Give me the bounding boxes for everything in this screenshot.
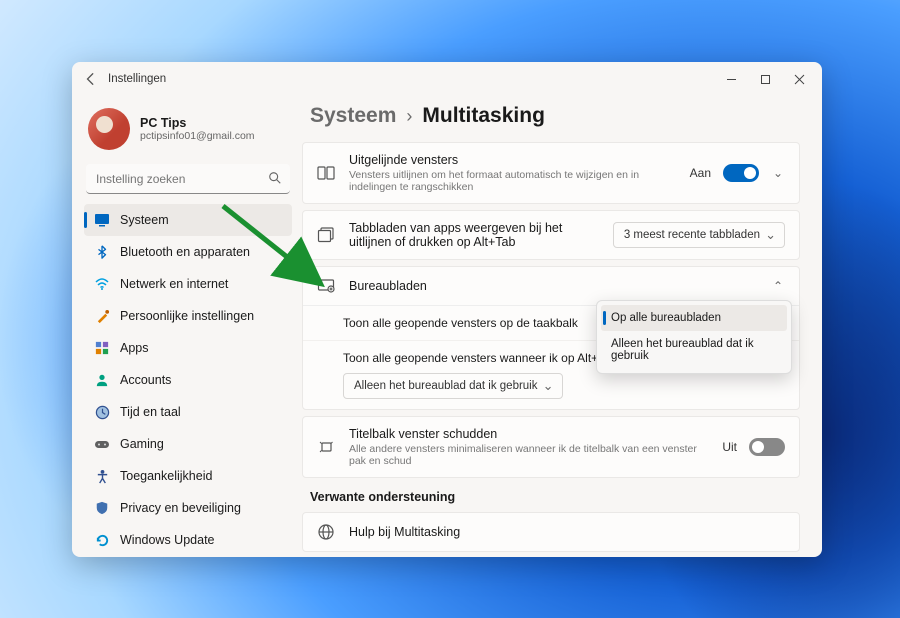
titlebar: Instellingen <box>72 62 822 96</box>
back-button[interactable] <box>78 66 104 92</box>
profile-name: PC Tips <box>140 116 255 130</box>
globe-icon <box>317 523 337 541</box>
close-button[interactable] <box>782 66 816 92</box>
sidebar-item-label: Bluetooth en apparaten <box>120 245 250 259</box>
person-icon <box>94 372 110 388</box>
update-icon <box>94 532 110 547</box>
card-title: Hulp bij Multitasking <box>349 525 785 539</box>
sidebar-item-gaming[interactable]: Gaming <box>84 428 292 460</box>
sidebar-item-privacy[interactable]: Privacy en beveiliging <box>84 492 292 524</box>
sidebar-item-label: Windows Update <box>120 533 215 547</box>
row-label: Toon alle geopende vensters op de taakba… <box>343 316 578 330</box>
clock-globe-icon <box>94 404 110 420</box>
nav: Systeem Bluetooth en apparaten Netwerk e… <box>84 204 292 547</box>
taskbar-desktop-dropdown: Op alle bureaubladen Alleen het bureaubl… <box>596 300 792 374</box>
desktops-icon <box>317 277 337 295</box>
breadcrumb-parent[interactable]: Systeem <box>310 104 396 128</box>
toggle-label: Aan <box>690 166 711 180</box>
shield-icon <box>94 500 110 516</box>
breadcrumb-current: Multitasking <box>422 104 545 128</box>
sidebar-item-accessibility[interactable]: Toegankelijkheid <box>84 460 292 492</box>
tabs-icon <box>317 226 337 244</box>
toggle-label: Uit <box>722 440 737 454</box>
maximize-button[interactable] <box>748 66 782 92</box>
shake-icon <box>317 438 337 456</box>
minimize-button[interactable] <box>714 66 748 92</box>
sidebar-item-bluetooth[interactable]: Bluetooth en apparaten <box>84 236 292 268</box>
snap-toggle[interactable] <box>723 164 759 182</box>
card-subtitle: Alle andere vensters minimaliseren wanne… <box>349 443 710 467</box>
gaming-icon <box>94 436 110 452</box>
card-title: Tabbladen van apps weergeven bij het uit… <box>349 221 601 249</box>
chevron-down-icon[interactable]: ⌄ <box>771 166 785 180</box>
brush-icon <box>94 308 110 324</box>
sidebar: PC Tips pctipsinfo01@gmail.com Systeem <box>72 96 302 557</box>
sidebar-item-label: Persoonlijke instellingen <box>120 309 254 323</box>
card-title: Bureaubladen <box>349 279 759 293</box>
sidebar-item-label: Systeem <box>120 213 169 227</box>
window-title: Instellingen <box>108 73 166 85</box>
card-alttab-tabs: Tabbladen van apps weergeven bij het uit… <box>302 210 800 260</box>
accessibility-icon <box>94 468 110 484</box>
card-shake: Titelbalk venster schudden Alle andere v… <box>302 416 800 478</box>
profile[interactable]: PC Tips pctipsinfo01@gmail.com <box>84 102 292 162</box>
shake-toggle[interactable] <box>749 438 785 456</box>
sidebar-item-network[interactable]: Netwerk en internet <box>84 268 292 300</box>
sidebar-item-label: Accounts <box>120 373 171 387</box>
sidebar-item-label: Gaming <box>120 437 164 451</box>
card-snap: Uitgelijnde vensters Vensters uitlijnen … <box>302 142 800 204</box>
card-title: Uitgelijnde vensters <box>349 153 678 167</box>
card-title: Titelbalk venster schudden <box>349 427 710 441</box>
profile-email: pctipsinfo01@gmail.com <box>140 130 255 142</box>
sidebar-item-windows-update[interactable]: Windows Update <box>84 524 292 547</box>
card-help[interactable]: Hulp bij Multitasking <box>302 512 800 552</box>
sidebar-item-personalization[interactable]: Persoonlijke instellingen <box>84 300 292 332</box>
main-content: Systeem › Multitasking Uitgelijnde venst… <box>302 96 822 557</box>
dropdown-option[interactable]: Alleen het bureaublad dat ik gebruik <box>601 331 787 369</box>
sidebar-item-label: Toegankelijkheid <box>120 469 212 483</box>
sidebar-item-label: Netwerk en internet <box>120 277 228 291</box>
apps-icon <box>94 340 110 356</box>
sidebar-item-label: Tijd en taal <box>120 405 181 419</box>
snap-icon <box>317 164 337 182</box>
desktops-alttab-select[interactable]: Alleen het bureaublad dat ik gebruik <box>343 373 563 399</box>
bluetooth-icon <box>94 244 110 260</box>
sidebar-item-label: Privacy en beveiliging <box>120 501 241 515</box>
search-icon <box>268 171 282 185</box>
dropdown-option[interactable]: Op alle bureaubladen <box>601 305 787 331</box>
card-subtitle: Vensters uitlijnen om het formaat automa… <box>349 169 678 193</box>
alttab-select[interactable]: 3 meest recente tabbladen <box>613 222 785 248</box>
sidebar-item-accounts[interactable]: Accounts <box>84 364 292 396</box>
search-input[interactable] <box>86 164 290 194</box>
settings-window: Instellingen PC Tips pctipsinfo01@gmail.… <box>72 62 822 557</box>
wifi-icon <box>94 276 110 292</box>
chevron-up-icon[interactable]: ⌃ <box>771 279 785 293</box>
sidebar-item-label: Apps <box>120 341 149 355</box>
breadcrumb: Systeem › Multitasking <box>302 104 800 128</box>
avatar <box>88 108 130 150</box>
related-heading: Verwante ondersteuning <box>310 490 800 504</box>
sidebar-item-system[interactable]: Systeem <box>84 204 292 236</box>
sidebar-item-time-language[interactable]: Tijd en taal <box>84 396 292 428</box>
search-box <box>86 164 290 194</box>
chevron-right-icon: › <box>406 106 412 127</box>
sidebar-item-apps[interactable]: Apps <box>84 332 292 364</box>
system-icon <box>94 212 110 228</box>
